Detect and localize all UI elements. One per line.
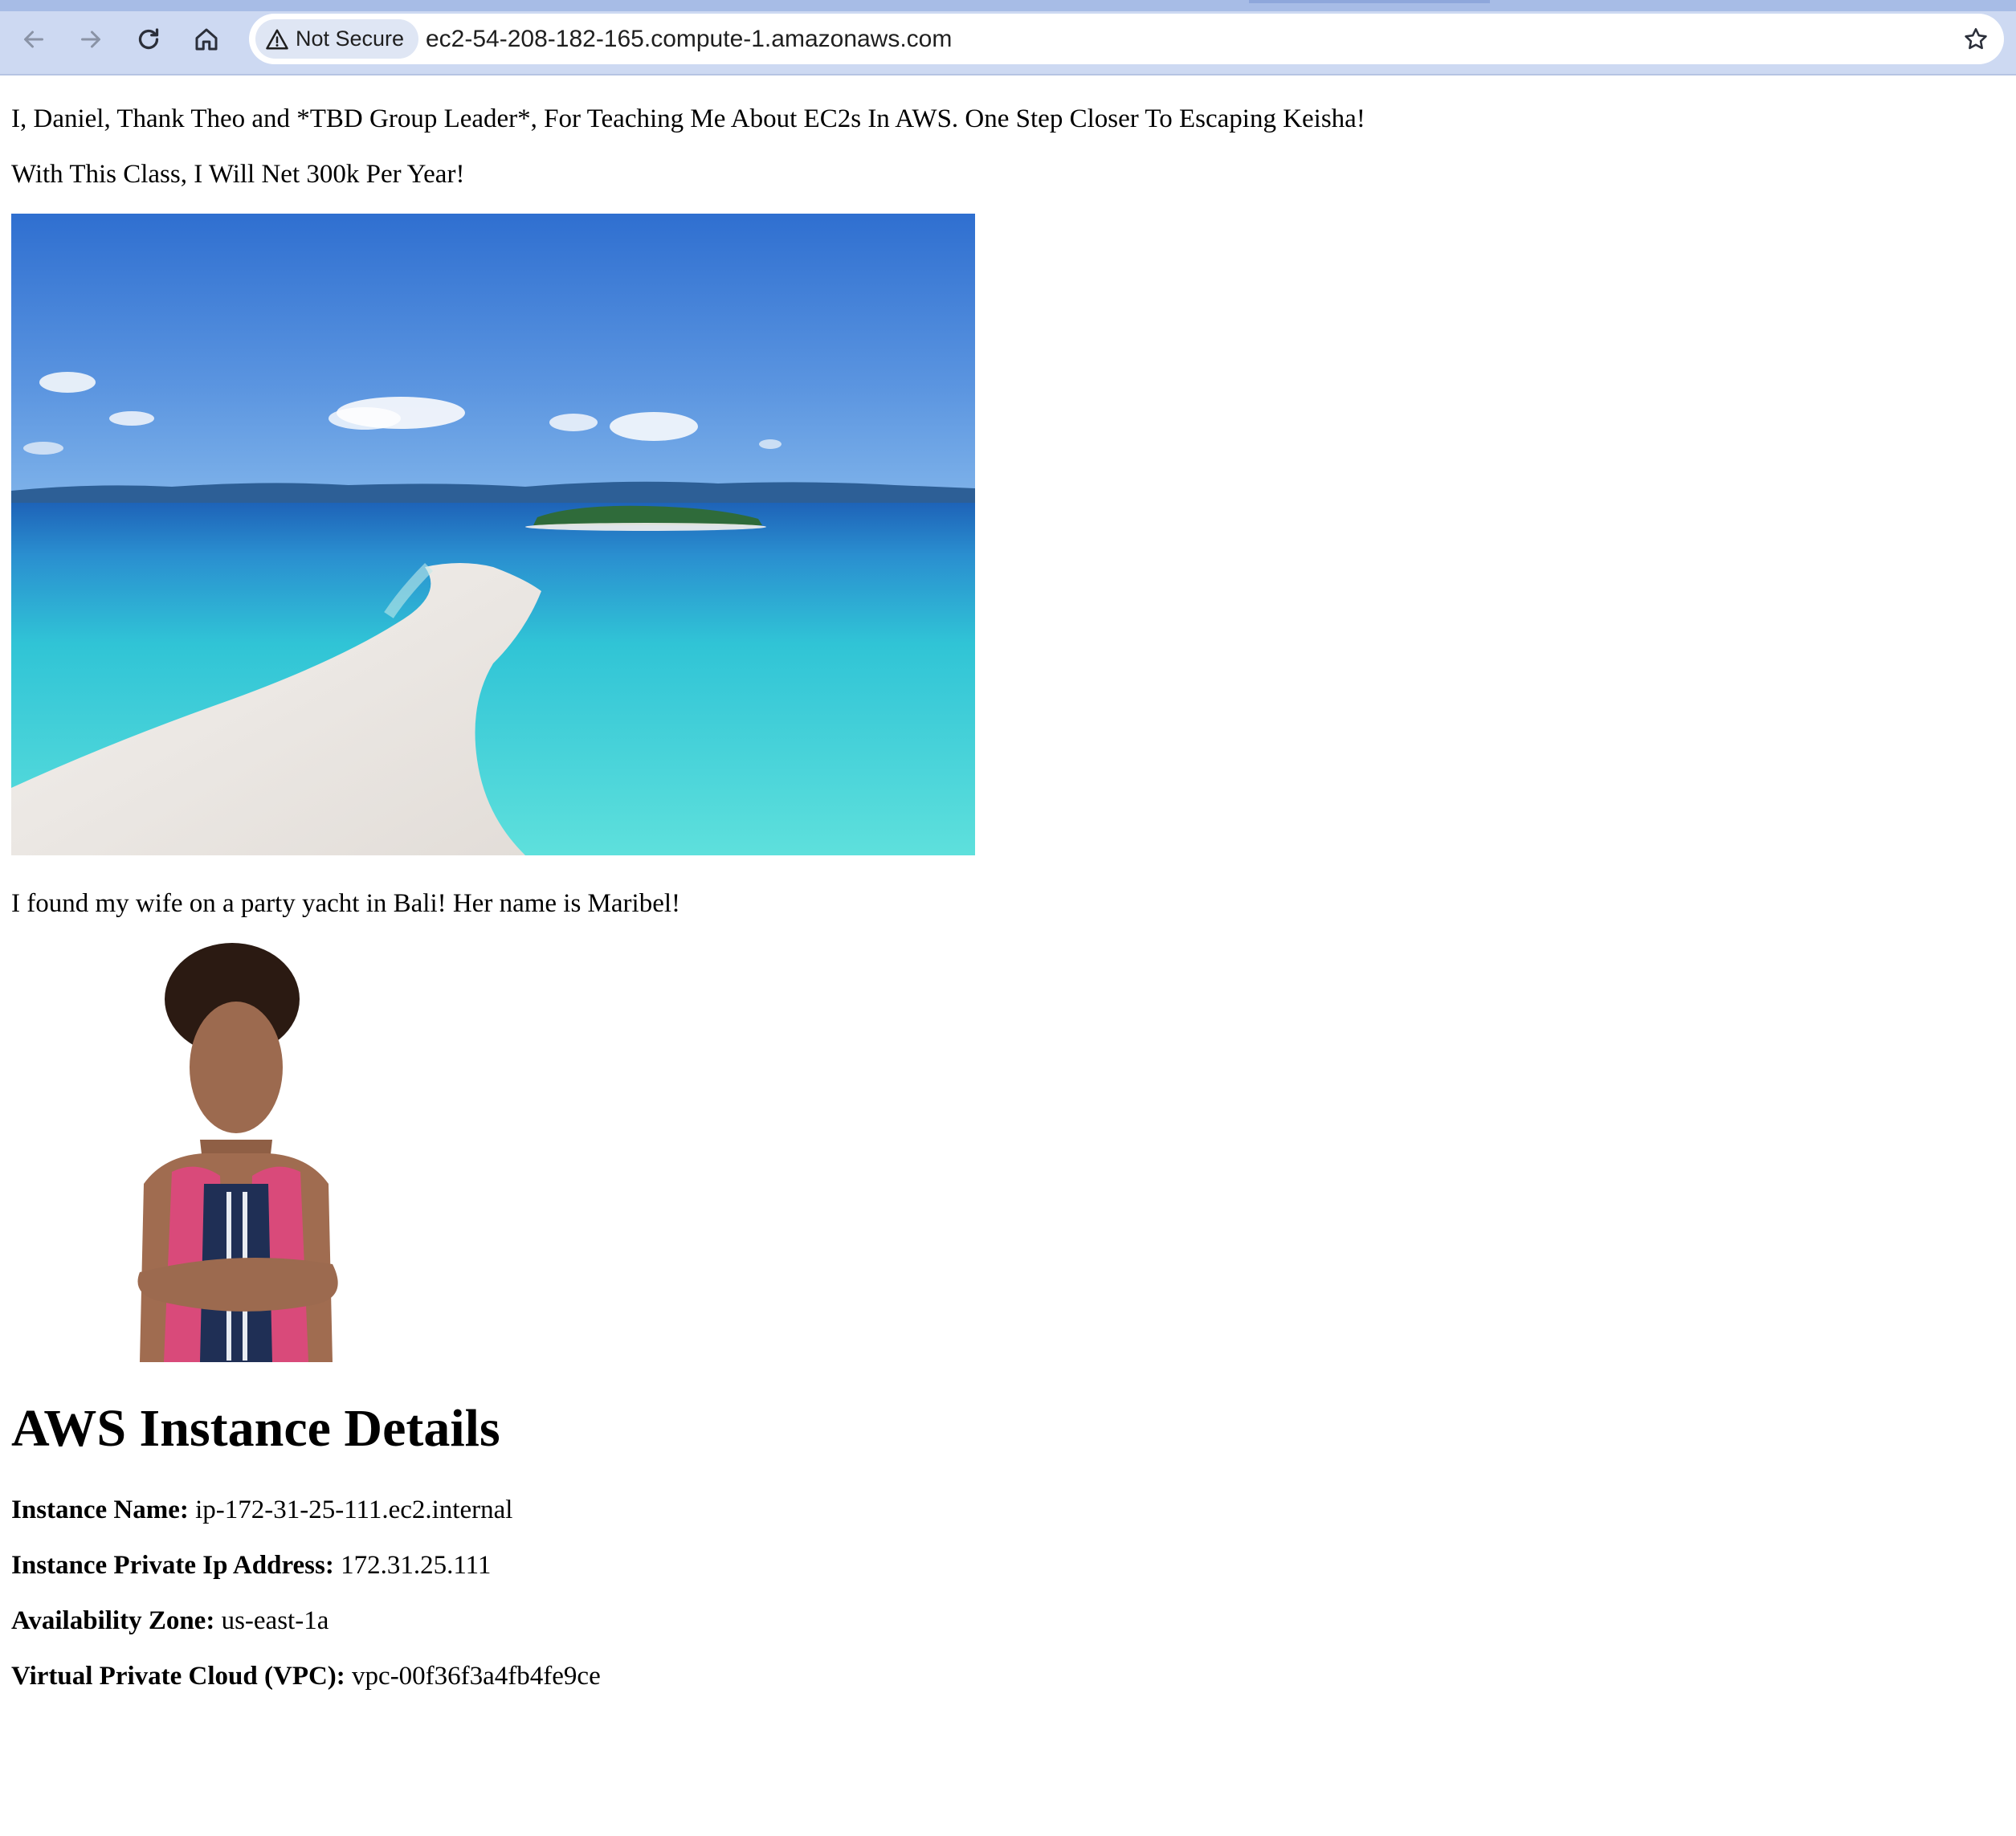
salary-text: With This Class, I Will Net 300k Per Yea… [11,160,465,189]
reload-icon [138,28,159,50]
page-title: AWS Instance Details [11,1399,500,1458]
back-button[interactable] [17,22,51,56]
detail-vpc: Virtual Private Cloud (VPC): vpc-00f36f3… [11,1663,601,1690]
browser-toolbar: Not Secure ec2-54-208-182-165.compute-1.… [0,0,2016,75]
warning-icon [266,29,288,49]
url-text[interactable]: ec2-54-208-182-165.compute-1.amazonaws.c… [426,14,952,64]
detail-instance-name: Instance Name: ip-172-31-25-111.ec2.inte… [11,1497,512,1524]
tab-strip [0,0,2016,11]
security-label: Not Secure [296,27,405,51]
detail-label: Virtual Private Cloud (VPC): [11,1662,345,1691]
detail-value: ip-172-31-25-111.ec2.internal [195,1495,513,1524]
thanks-text: I, Daniel, Thank Theo and *TBD Group Lea… [11,104,1365,133]
home-button[interactable] [190,22,223,56]
star-icon [1965,27,1987,50]
back-arrow-icon [24,31,43,48]
address-bar[interactable]: Not Secure ec2-54-208-182-165.compute-1.… [249,14,2004,64]
detail-label: Instance Private Ip Address: [11,1551,334,1580]
detail-label: Availability Zone: [11,1606,215,1635]
detail-value: us-east-1a [221,1606,329,1635]
beach-image [11,214,975,855]
security-indicator[interactable]: Not Secure [255,19,419,59]
reload-button[interactable] [132,22,165,56]
portrait-image [11,943,493,1362]
tab-edge [1249,0,1490,3]
detail-availability-zone: Availability Zone: us-east-1a [11,1608,329,1634]
detail-private-ip: Instance Private Ip Address: 172.31.25.1… [11,1552,491,1579]
detail-value: 172.31.25.111 [341,1551,492,1580]
forward-button[interactable] [74,22,108,56]
detail-label: Instance Name: [11,1495,189,1524]
wife-text: I found my wife on a party yacht in Bali… [11,889,680,918]
detail-value: vpc-00f36f3a4fb4fe9ce [352,1662,601,1691]
home-icon [195,28,218,51]
forward-arrow-icon [81,31,100,48]
bookmark-button[interactable] [1959,22,1993,56]
